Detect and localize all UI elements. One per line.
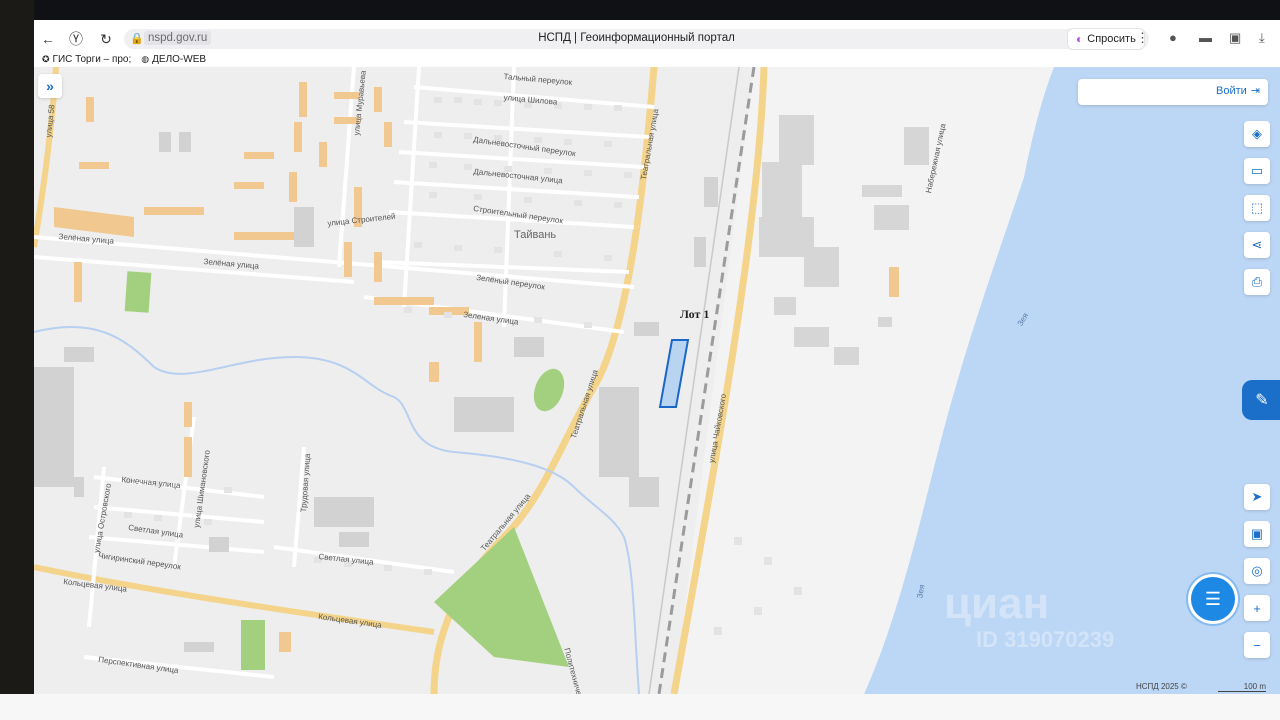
left-bezel: [0, 0, 34, 720]
zoom-in-icon[interactable]: +: [1244, 595, 1270, 621]
login-icon: ⇥: [1250, 85, 1260, 97]
extension-tabs-icon[interactable]: ▣: [1229, 30, 1241, 46]
district-label: Тайвань: [514, 229, 557, 241]
yandex-icon[interactable]: Ⓨ: [64, 27, 88, 51]
locate-icon[interactable]: ➤: [1244, 484, 1270, 510]
login-panel: Войти ⇥: [1078, 79, 1268, 105]
top-bezel: [0, 0, 1280, 20]
bookmarks-bar: ✪ ГИС Торги – про; ◍ ДЕЛО-WEB: [34, 51, 1280, 67]
picture-in-picture-icon[interactable]: ▣: [1244, 521, 1270, 547]
chat-icon[interactable]: ☰: [1191, 577, 1235, 621]
cian-watermark-id: ID 319070239: [976, 627, 1115, 652]
ask-label: Спросить: [1087, 33, 1136, 45]
bookmark-item[interactable]: ◍ ДЕЛО-WEB: [141, 54, 206, 65]
browser-toolbar: ← Ⓨ ↻ 🔒 nspd.gov.ru НСПД | Геоинформацио…: [34, 27, 1280, 51]
reload-icon[interactable]: ↻: [94, 27, 118, 51]
more-menu-icon[interactable]: ⋮: [1136, 30, 1149, 46]
address-bar[interactable]: 🔒 nspd.gov.ru НСПД | Геоинформационный п…: [124, 29, 1149, 49]
assistant-tab-icon[interactable]: ✎: [1242, 380, 1280, 420]
map-svg: [34, 67, 1280, 694]
browser-window: ← Ⓨ ↻ 🔒 nspd.gov.ru НСПД | Геоинформацио…: [34, 20, 1280, 694]
login-label: Войти: [1215, 84, 1247, 97]
print-icon[interactable]: ⎙: [1244, 269, 1270, 295]
scale-bar: 100 m: [1218, 682, 1266, 692]
share-icon[interactable]: ⋖: [1244, 232, 1270, 258]
login-button[interactable]: Войти ⇥: [1215, 84, 1260, 98]
downloads-icon[interactable]: ⤓: [1259, 30, 1265, 46]
copyright: НСПД 2025 ©: [1136, 682, 1187, 691]
gis-torgi-icon: ✪: [42, 53, 50, 64]
geolocation-icon[interactable]: ◎: [1244, 558, 1270, 584]
extension-hat-icon[interactable]: ▬: [1199, 30, 1212, 45]
expand-panel-icon[interactable]: »: [38, 74, 62, 98]
bottom-bezel: [0, 694, 1280, 720]
ruler-icon[interactable]: ▭: [1244, 158, 1270, 184]
layers-icon[interactable]: ◈: [1244, 121, 1270, 147]
ask-button[interactable]: ◐ Спросить: [1067, 28, 1145, 50]
map-canvas[interactable]: улица 58 Зелёная улица Зелёная улица ули…: [34, 67, 1280, 694]
page-title: НСПД | Геоинформационный портал: [538, 32, 735, 44]
ask-icon: ◐: [1076, 32, 1084, 46]
back-icon[interactable]: ←: [36, 27, 60, 51]
extension-avatar-icon[interactable]: ●: [1169, 30, 1177, 45]
cian-watermark: циан: [944, 579, 1050, 628]
delo-web-icon: ◍: [141, 53, 150, 64]
zoom-out-icon[interactable]: −: [1244, 632, 1270, 658]
bookmark-item[interactable]: ✪ ГИС Торги – про;: [42, 54, 131, 65]
lot-label: Лот 1: [680, 307, 710, 321]
select-area-icon[interactable]: ⬚: [1244, 195, 1270, 221]
